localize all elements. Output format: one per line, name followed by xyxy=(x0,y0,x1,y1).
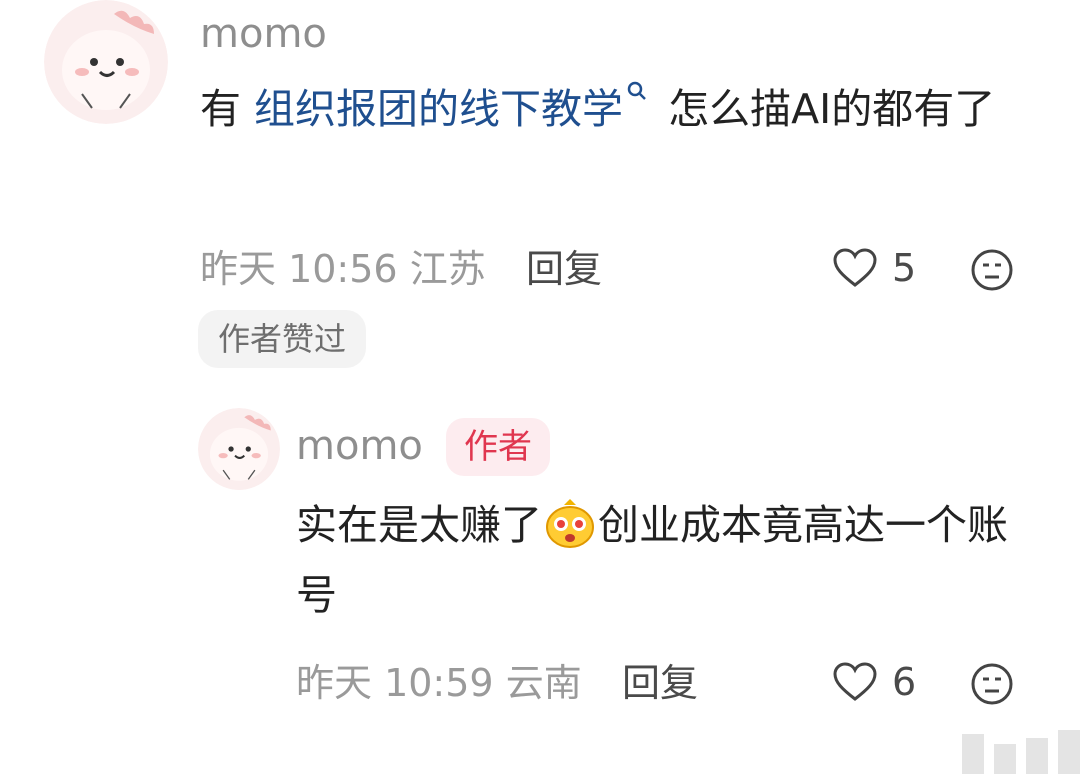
reply-meta: 昨天 10:59 云南 xyxy=(296,664,582,702)
comment-reply-button[interactable]: 回复 xyxy=(526,250,602,288)
reply-like-count: 6 xyxy=(892,660,917,704)
reply-reply-button[interactable]: 回复 xyxy=(622,664,698,702)
comment-search-link[interactable]: 组织报团的线下教学 xyxy=(254,85,623,133)
search-icon[interactable] xyxy=(625,79,649,103)
heart-icon xyxy=(833,662,877,701)
scroll-indicator xyxy=(962,730,1080,774)
comment-like-count: 5 xyxy=(892,246,917,290)
reply-avatar[interactable] xyxy=(198,408,280,490)
comment-time: 昨天 10:56 xyxy=(200,247,398,291)
avatar[interactable] xyxy=(44,0,168,124)
liked-by-author-tag: 作者赞过 xyxy=(198,310,367,368)
reply-text-before: 实在是太赚了 xyxy=(296,501,542,549)
dinosaur-avatar-icon xyxy=(198,408,280,490)
comment-like-button[interactable]: 5 xyxy=(832,246,916,290)
reply-location: 云南 xyxy=(505,661,582,705)
comment-location: 江苏 xyxy=(409,247,486,291)
reply-username[interactable]: momo xyxy=(296,426,423,466)
comment-meta: 昨天 10:56 江苏 xyxy=(200,250,486,288)
meh-face-icon[interactable] xyxy=(970,662,1014,706)
author-badge: 作者 xyxy=(446,418,550,476)
comment-text-after: 怎么描AI的都有了 xyxy=(655,85,996,133)
reply-like-button[interactable]: 6 xyxy=(832,660,916,704)
comment-text: 有 组织报团的线下教学 怎么描AI的都有了 xyxy=(200,74,1030,144)
comment-username[interactable]: momo xyxy=(200,14,327,54)
dinosaur-avatar-icon xyxy=(44,0,168,124)
meh-face-icon[interactable] xyxy=(970,248,1014,292)
shocked-emoji-icon xyxy=(546,499,594,548)
comment-text-before: 有 xyxy=(200,85,255,133)
reply-time: 昨天 10:59 xyxy=(296,661,494,705)
heart-icon xyxy=(833,248,877,287)
reply-text: 实在是太赚了 创业成本竟高达一个账号 xyxy=(296,490,1036,630)
